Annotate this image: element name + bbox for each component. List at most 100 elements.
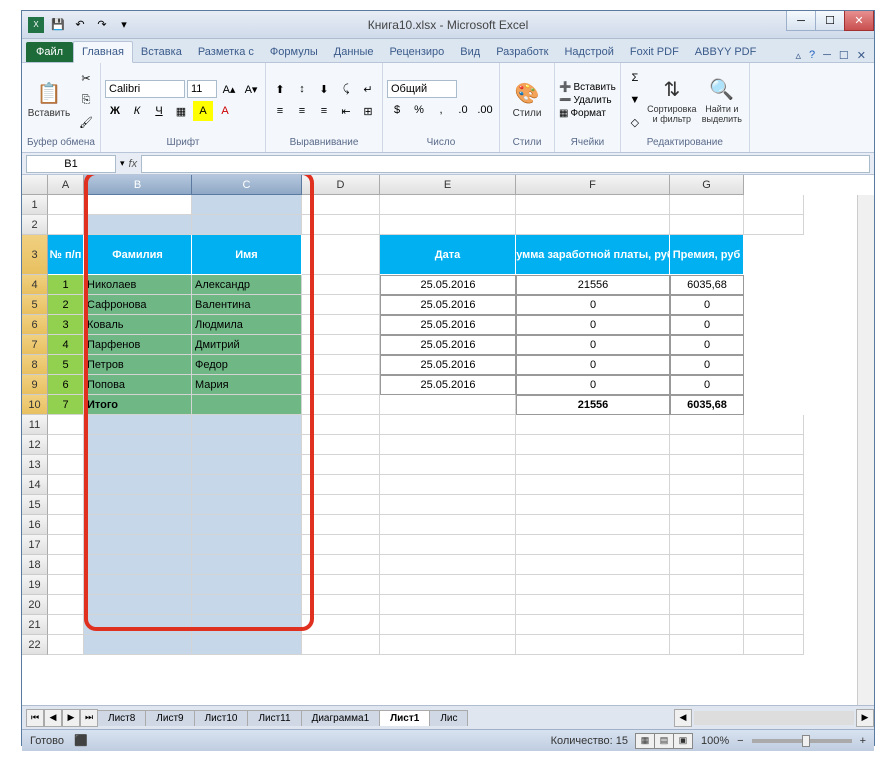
col-header-G[interactable]: G [670,175,744,195]
cell-gap22[interactable] [302,635,380,655]
page-layout-icon[interactable]: ▤ [654,733,674,749]
tab-view[interactable]: Вид [452,42,488,62]
cell-E13[interactable] [516,455,670,475]
cell-B20[interactable] [84,595,192,615]
cell-C2[interactable] [192,215,302,235]
formula-input[interactable] [141,155,870,173]
cell-D10[interactable] [380,395,516,415]
cell-B14[interactable] [84,475,192,495]
cell-B9[interactable]: Попова [84,375,192,395]
cell-G12[interactable] [744,435,804,455]
cell-gap2[interactable] [302,215,380,235]
cell-A4[interactable]: 1 [48,275,84,295]
cell-E5[interactable]: 0 [516,295,670,315]
cell-gap14[interactable] [302,475,380,495]
font-color-icon[interactable]: A [215,101,235,121]
cell-gap16[interactable] [302,515,380,535]
name-box[interactable]: B1 [26,155,116,173]
row-header-4[interactable]: 4 [22,275,48,295]
cell-C16[interactable] [192,515,302,535]
cell-E11[interactable] [516,415,670,435]
cell-F11[interactable] [670,415,744,435]
gap[interactable] [302,275,380,295]
cell-C14[interactable] [192,475,302,495]
tab-addins[interactable]: Надстрой [556,42,621,62]
sheet-next-icon[interactable]: ▶ [62,709,80,727]
cell-D15[interactable] [380,495,516,515]
col-header-E[interactable]: E [380,175,516,195]
cell-D17[interactable] [380,535,516,555]
fx-icon[interactable]: fx [125,158,142,170]
cell-D11[interactable] [380,415,516,435]
row-header-6[interactable]: 6 [22,315,48,335]
cell-B1[interactable] [84,195,192,215]
col-header-F[interactable]: F [516,175,670,195]
zoom-slider[interactable] [752,739,852,743]
row-header-11[interactable]: 11 [22,415,48,435]
cell-gap15[interactable] [302,495,380,515]
cell-E12[interactable] [516,435,670,455]
cell-G14[interactable] [744,475,804,495]
cell-E9[interactable]: 0 [516,375,670,395]
cell-A17[interactable] [48,535,84,555]
cell-F8[interactable]: 0 [670,355,744,375]
sheet-tab-Лист8[interactable]: Лист8 [97,710,146,726]
cell-D18[interactable] [380,555,516,575]
cell-A1[interactable] [48,195,84,215]
delete-cell-icon[interactable]: ➖ [559,95,571,106]
cell-C12[interactable] [192,435,302,455]
cell-G22[interactable] [744,635,804,655]
select-all-corner[interactable] [22,175,48,195]
align-mid-icon[interactable]: ↕ [292,79,312,99]
cell-gap12[interactable] [302,435,380,455]
tab-data[interactable]: Данные [326,42,382,62]
row-header-15[interactable]: 15 [22,495,48,515]
help-icon[interactable]: ? [809,49,815,62]
cell-C7[interactable]: Дмитрий [192,335,302,355]
cell-B10[interactable]: Итого [84,395,192,415]
cell-G20[interactable] [744,595,804,615]
cell-B3[interactable]: Фамилия [84,235,192,275]
cell-E1[interactable] [516,195,670,215]
cell-E10[interactable]: 21556 [516,395,670,415]
cell-D12[interactable] [380,435,516,455]
cell-E7[interactable]: 0 [516,335,670,355]
doc-min-icon[interactable]: ─ [823,49,831,62]
macro-record-icon[interactable]: ⬛ [74,734,88,747]
cell-A20[interactable] [48,595,84,615]
cell-C19[interactable] [192,575,302,595]
cell-D8[interactable]: 25.05.2016 [380,355,516,375]
col-header-C[interactable]: C [192,175,302,195]
cell-A22[interactable] [48,635,84,655]
wrap-text-icon[interactable]: ↵ [358,79,378,99]
cell-C18[interactable] [192,555,302,575]
cell-G17[interactable] [744,535,804,555]
cell-C1[interactable] [192,195,302,215]
autosum-icon[interactable]: Σ [625,68,645,88]
cell-G11[interactable] [744,415,804,435]
cell-D2[interactable] [380,215,516,235]
minimize-ribbon-icon[interactable]: ▵ [795,49,801,62]
cell-gap1[interactable] [302,195,380,215]
row-header-9[interactable]: 9 [22,375,48,395]
cell-B21[interactable] [84,615,192,635]
row-header-3[interactable]: 3 [22,235,48,275]
row-header-1[interactable]: 1 [22,195,48,215]
cell-A19[interactable] [48,575,84,595]
indent-dec-icon[interactable]: ⇤ [336,101,356,121]
cell-A18[interactable] [48,555,84,575]
cell-B17[interactable] [84,535,192,555]
row-header-8[interactable]: 8 [22,355,48,375]
row-header-14[interactable]: 14 [22,475,48,495]
cell-A21[interactable] [48,615,84,635]
format-cell-icon[interactable]: ▦ [559,108,568,119]
comma-icon[interactable]: , [431,100,451,120]
insert-cell-button[interactable]: Вставить [573,82,615,93]
cell-G19[interactable] [744,575,804,595]
cell-A6[interactable]: 3 [48,315,84,335]
cell-G1[interactable] [744,195,804,215]
tab-developer[interactable]: Разработк [488,42,556,62]
cell-A16[interactable] [48,515,84,535]
cell-gap21[interactable] [302,615,380,635]
qat-dropdown-icon[interactable]: ▾ [116,17,132,33]
